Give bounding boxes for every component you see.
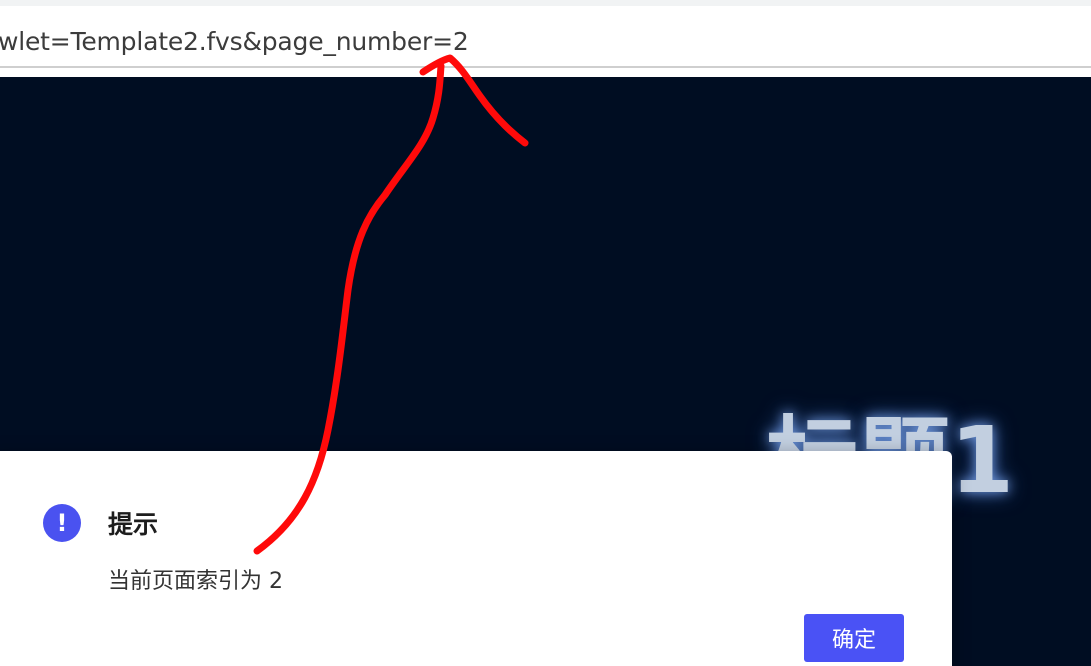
confirm-button[interactable]: 确定 (804, 614, 904, 662)
alert-dialog: ! 提示 当前页面索引为 2 确定 (0, 451, 952, 666)
screenshot: wlet=Template2.fvs&page_number=2 标题1 ! 提… (0, 0, 1091, 666)
url-text[interactable]: wlet=Template2.fvs&page_number=2 (0, 27, 469, 56)
exclamation-circle-icon: ! (43, 504, 81, 542)
toolbar-gap (0, 68, 1091, 77)
dialog-message: 当前页面索引为 2 (108, 569, 283, 594)
dialog-title: 提示 (108, 510, 159, 539)
address-bar[interactable]: wlet=Template2.fvs&page_number=2 (0, 6, 1091, 68)
